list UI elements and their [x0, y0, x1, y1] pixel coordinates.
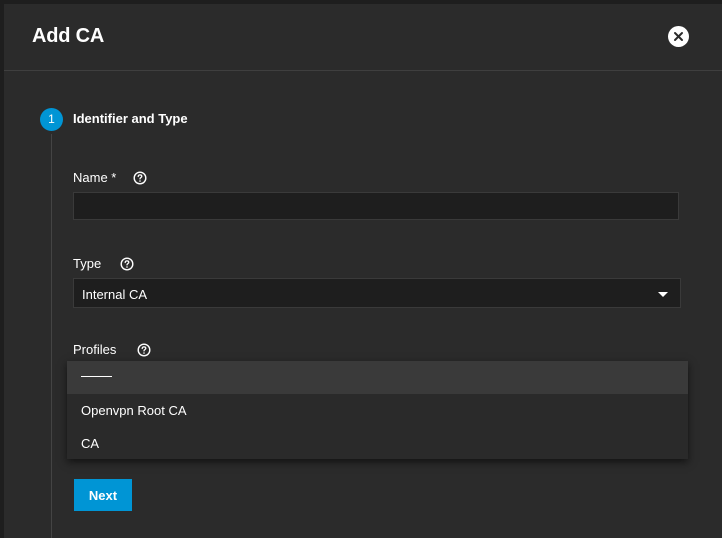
profiles-option-label: CA — [81, 436, 100, 451]
profiles-dropdown-panel: Openvpn Root CA CA — [67, 361, 688, 459]
type-label: Type — [73, 256, 102, 271]
dialog-title: Add CA — [32, 25, 105, 47]
close-icon[interactable] — [668, 26, 689, 47]
step-title: Identifier and Type — [73, 111, 188, 126]
help-icon[interactable] — [133, 171, 147, 185]
type-selected-value: Internal CA — [82, 287, 148, 302]
help-icon[interactable] — [120, 257, 134, 271]
profiles-option-label: Openvpn Root CA — [81, 403, 187, 418]
next-button[interactable]: Next — [74, 479, 132, 511]
profiles-label: Profiles — [73, 342, 117, 357]
name-input[interactable] — [73, 192, 679, 220]
dialog-header: Add CA — [4, 4, 722, 71]
empty-option-dash — [81, 376, 112, 377]
chevron-down-icon — [658, 292, 668, 297]
type-select[interactable]: Internal CA — [73, 278, 681, 308]
profiles-option-none[interactable] — [67, 361, 688, 394]
name-label: Name * — [73, 170, 117, 185]
step-number-badge: 1 — [40, 108, 63, 131]
stepper-line — [51, 134, 52, 538]
profiles-option-openvpn-root-ca[interactable]: Openvpn Root CA — [67, 394, 688, 426]
profiles-option-ca[interactable]: CA — [67, 426, 688, 459]
add-ca-dialog: Add CA 1 Identifier and Type Name * Type… — [4, 4, 722, 538]
help-icon[interactable] — [137, 343, 151, 357]
